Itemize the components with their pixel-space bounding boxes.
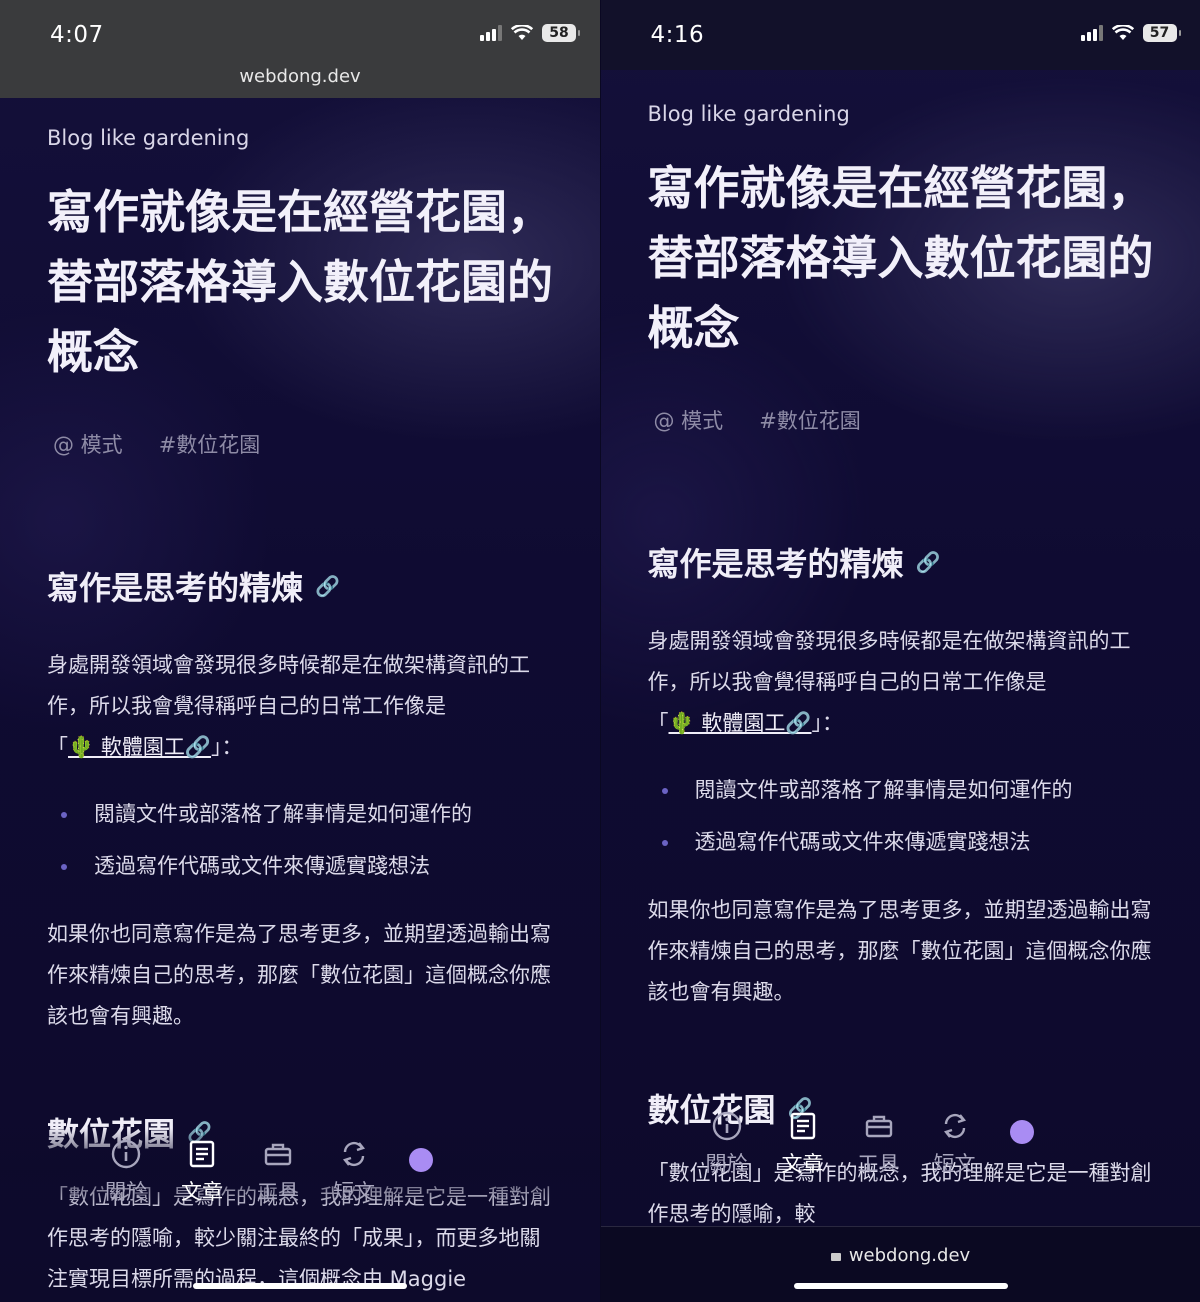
tab-short-posts[interactable]: 短文: [333, 1138, 375, 1206]
paragraph: 如果你也同意寫作是為了思考更多，並期望透過輸出寫作來精煉自己的思考，那麼「數位花…: [47, 922, 551, 1028]
repeat-icon: [342, 1141, 366, 1167]
article-title: 寫作就像是在經營花園，替部落格導入數位花園的概念: [47, 185, 553, 379]
paragraph: 身處開發領域會發現很多時候都是在做架構資訊的工作，所以我會覺得稱呼自己的日常工作…: [47, 653, 530, 759]
article-icon: [189, 1140, 215, 1168]
status-time: 4:16: [650, 22, 705, 48]
tag-mode[interactable]: @ 模式: [654, 405, 724, 435]
list-item: 閱讀文件或部落格了解事情是如何運作的: [661, 764, 1158, 816]
tab-tools[interactable]: 工具: [257, 1138, 299, 1206]
anchor-link-icon[interactable]: 🔗: [916, 550, 941, 574]
url-text: webdong.dev: [848, 1245, 971, 1266]
wiki-link[interactable]: 🌵 軟體園工🔗: [669, 711, 812, 735]
list-item: 閱讀文件或部落格了解事情是如何運作的: [61, 788, 557, 840]
home-indicator[interactable]: [793, 1283, 1008, 1289]
tag-list: @ 模式 #數位花園: [47, 429, 557, 459]
tab-tools[interactable]: 工具: [858, 1110, 900, 1178]
url-bar[interactable]: webdong.dev: [0, 66, 600, 87]
section-heading: 寫作是思考的精煉 🔗: [647, 545, 941, 583]
section-heading: 寫作是思考的精煉 🔗: [47, 569, 340, 607]
status-time: 4:07: [50, 22, 104, 48]
tag-digital-garden[interactable]: #數位花園: [759, 405, 861, 435]
tab-articles[interactable]: 文章: [181, 1138, 223, 1206]
lock-icon: [830, 1253, 841, 1261]
bottom-url-bar[interactable]: webdong.dev: [600, 1226, 1200, 1302]
phone-screen-right: 4:16 57 Blog like gardening 寫作就像是在經營花園，替…: [600, 0, 1200, 1302]
phone-screen-left: 4:07 58 webdong.dev Blog like gardening …: [0, 0, 601, 1302]
theme-toggle-dot[interactable]: [409, 1148, 433, 1172]
article-content: Blog like gardening 寫作就像是在經營花園，替部落格導入數位花…: [47, 118, 557, 1302]
repeat-icon: [943, 1113, 966, 1139]
battery-icon: 58: [542, 24, 580, 42]
paragraph: 身處開發領域會發現很多時候都是在做架構資訊的工作，所以我會覺得稱呼自己的日常工作…: [647, 629, 1131, 735]
cellular-signal-icon: [480, 25, 502, 41]
list-item: 透過寫作代碼或文件來傳遞實踐想法: [661, 816, 1158, 868]
list-item: 透過寫作代碼或文件來傳遞實踐想法: [61, 840, 557, 892]
battery-icon: 57: [1142, 24, 1181, 42]
tab-short-posts[interactable]: 短文: [934, 1110, 976, 1178]
cellular-signal-icon: [1080, 25, 1103, 41]
status-bar: 4:07 58 webdong.dev: [0, 0, 600, 98]
bullet-list: 閱讀文件或部落格了解事情是如何運作的 透過寫作代碼或文件來傳遞實踐想法: [648, 764, 1158, 868]
info-icon: [712, 1111, 741, 1141]
wiki-link[interactable]: 🌵 軟體園工🔗: [68, 735, 211, 759]
bottom-tab-bar: 關於 文章 工具 短文: [706, 1110, 1034, 1178]
toolbox-icon: [264, 1143, 292, 1166]
status-bar: 4:16 57: [600, 0, 1200, 70]
article-content: Blog like gardening 寫作就像是在經營花園，替部落格導入數位花…: [648, 94, 1158, 1235]
wifi-icon: [511, 25, 533, 40]
anchor-link-icon[interactable]: 🔗: [315, 574, 340, 598]
tab-about[interactable]: 關於: [105, 1138, 147, 1206]
home-indicator[interactable]: [193, 1283, 407, 1289]
tag-list: @ 模式 #數位花園: [648, 405, 1158, 435]
paragraph: 如果你也同意寫作是為了思考更多，並期望透過輸出寫作來精煉自己的思考，那麼「數位花…: [647, 898, 1152, 1004]
info-icon: [111, 1139, 141, 1169]
article-subtitle: Blog like gardening: [47, 126, 250, 150]
bullet-list: 閱讀文件或部落格了解事情是如何運作的 透過寫作代碼或文件來傳遞實踐想法: [47, 788, 557, 892]
article-icon: [790, 1112, 815, 1140]
tab-about[interactable]: 關於: [706, 1110, 748, 1178]
wifi-icon: [1111, 25, 1134, 40]
toolbox-icon: [865, 1115, 892, 1138]
article-title: 寫作就像是在經營花園，替部落格導入數位花園的概念: [647, 161, 1154, 355]
tag-mode[interactable]: @ 模式: [53, 429, 123, 459]
article-subtitle: Blog like gardening: [647, 102, 850, 126]
theme-toggle-dot[interactable]: [1009, 1120, 1034, 1144]
tab-articles[interactable]: 文章: [782, 1110, 824, 1178]
bottom-tab-bar: 關於 文章 工具 短文: [105, 1138, 433, 1206]
tag-digital-garden[interactable]: #數位花園: [159, 429, 261, 459]
